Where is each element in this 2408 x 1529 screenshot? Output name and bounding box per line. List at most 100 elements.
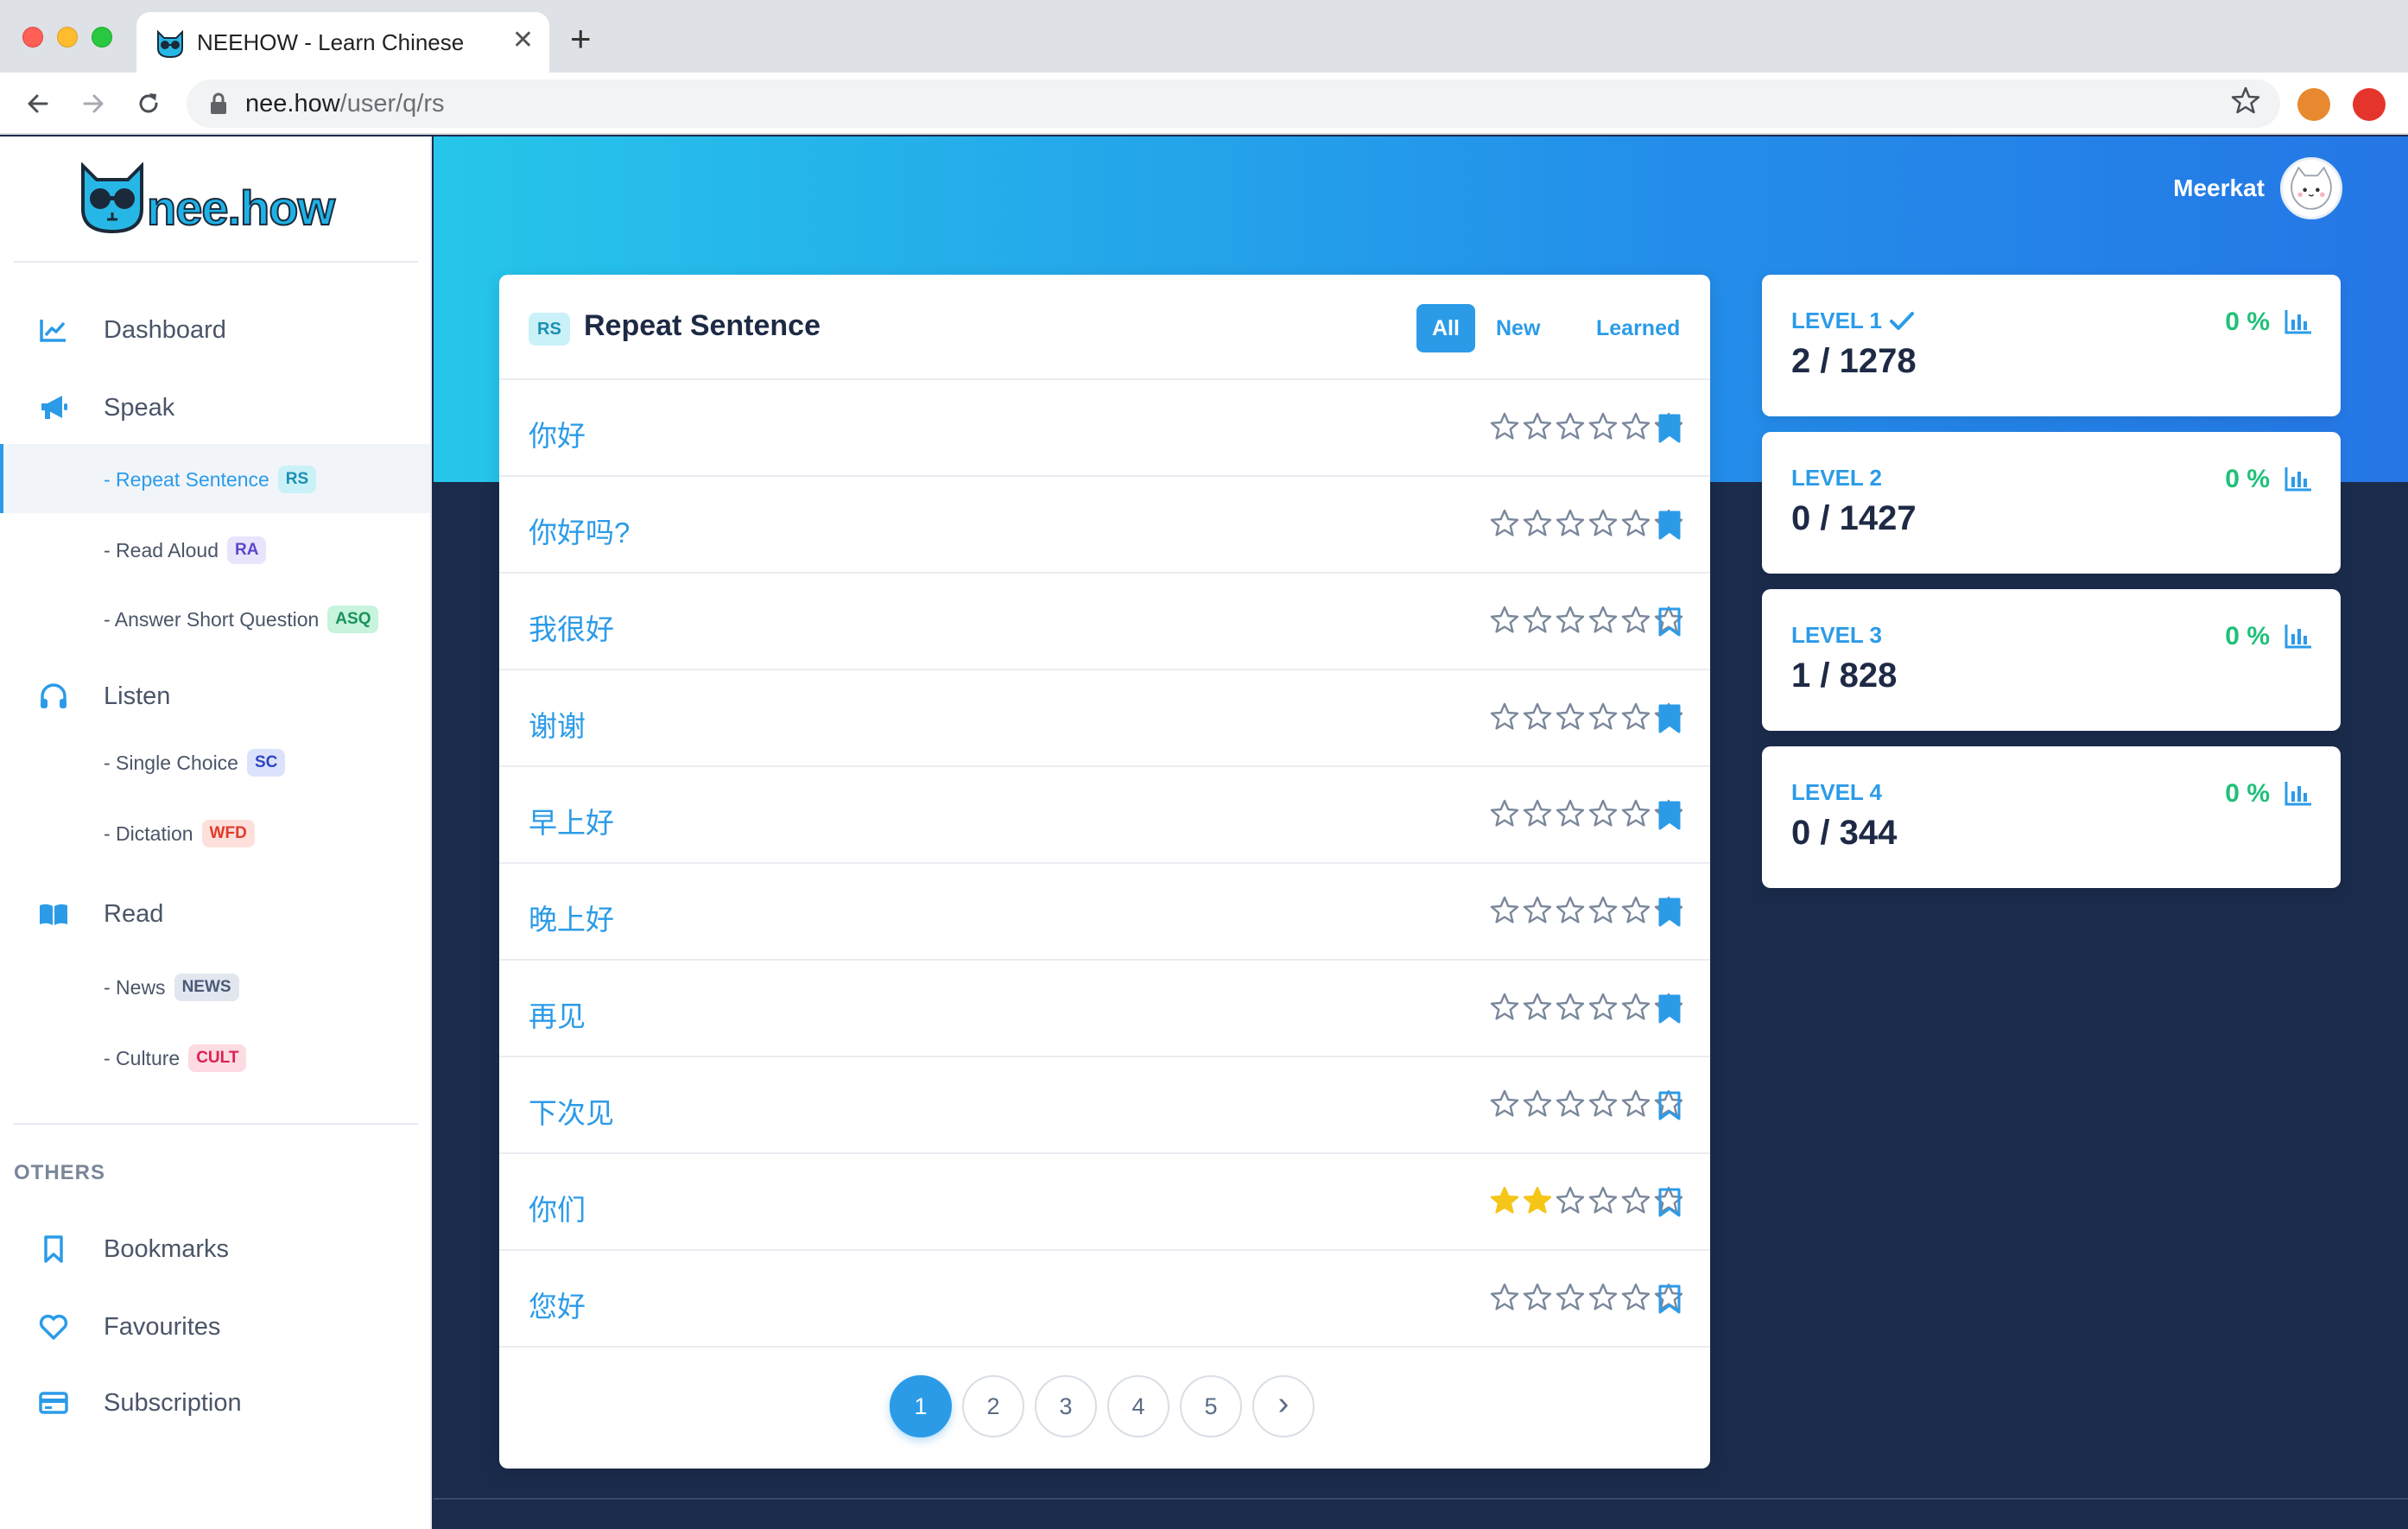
star-outline-icon[interactable] [1555, 1088, 1586, 1120]
star-outline-icon[interactable] [1620, 798, 1651, 829]
star-rating[interactable] [1489, 411, 1684, 442]
star-rating[interactable] [1489, 701, 1684, 733]
sidebar-item-culture[interactable]: - Culture CULT [0, 1023, 430, 1092]
sentence-text[interactable]: 你好吗? [529, 510, 630, 551]
bookmark-filled-icon[interactable] [1657, 993, 1682, 1025]
star-outline-icon[interactable] [1620, 605, 1651, 636]
table-row[interactable]: 早上好 [499, 767, 1710, 864]
extension-icon[interactable] [2297, 88, 2330, 121]
star-rating[interactable] [1489, 1088, 1684, 1120]
level-card[interactable]: LEVEL 3 1 / 828 0 % [1762, 589, 2341, 731]
star-outline-icon[interactable] [1620, 1282, 1651, 1313]
sidebar-item-news[interactable]: - News NEWS [0, 952, 430, 1021]
star-outline-icon[interactable] [1620, 992, 1651, 1023]
page-button-3[interactable]: 3 [1035, 1375, 1097, 1437]
star-outline-icon[interactable] [1555, 508, 1586, 539]
bookmark-filled-icon[interactable] [1657, 897, 1682, 928]
star-outline-icon[interactable] [1587, 411, 1619, 442]
star-outline-icon[interactable] [1587, 701, 1619, 733]
table-row[interactable]: 我很好 [499, 574, 1710, 670]
table-row[interactable]: 再见 [499, 961, 1710, 1057]
sidebar-item-answer-short-question[interactable]: - Answer Short Question ASQ [0, 584, 430, 653]
star-outline-icon[interactable] [1587, 508, 1619, 539]
star-outline-icon[interactable] [1620, 895, 1651, 926]
table-row[interactable]: 你好 [499, 380, 1710, 477]
star-outline-icon[interactable] [1522, 701, 1553, 733]
star-outline-icon[interactable] [1522, 798, 1553, 829]
level-card[interactable]: LEVEL 2 0 / 1427 0 % [1762, 432, 2341, 574]
star-rating[interactable] [1489, 508, 1684, 539]
star-outline-icon[interactable] [1489, 605, 1520, 636]
sentence-text[interactable]: 你好 [529, 413, 586, 454]
star-outline-icon[interactable] [1620, 508, 1651, 539]
star-outline-icon[interactable] [1522, 411, 1553, 442]
close-window-button[interactable] [22, 27, 43, 48]
reload-button[interactable] [130, 85, 168, 123]
star-outline-icon[interactable] [1587, 1282, 1619, 1313]
extension-update-icon[interactable] [2353, 88, 2386, 121]
star-outline-icon[interactable] [1555, 605, 1586, 636]
sidebar-item-repeat-sentence[interactable]: - Repeat Sentence RS [0, 444, 430, 513]
star-outline-icon[interactable] [1620, 701, 1651, 733]
star-outline-icon[interactable] [1489, 992, 1520, 1023]
star-rating[interactable] [1489, 895, 1684, 926]
page-button-5[interactable]: 5 [1180, 1375, 1242, 1437]
star-filled-icon[interactable] [1522, 1185, 1553, 1216]
star-outline-icon[interactable] [1489, 508, 1520, 539]
bookmark-filled-icon[interactable] [1657, 800, 1682, 831]
table-row[interactable]: 下次见 [499, 1057, 1710, 1154]
user-name[interactable]: Meerkat [2173, 174, 2265, 202]
star-outline-icon[interactable] [1522, 1282, 1553, 1313]
bar-chart-icon[interactable] [2284, 308, 2313, 335]
star-outline-icon[interactable] [1522, 605, 1553, 636]
star-outline-icon[interactable] [1555, 992, 1586, 1023]
bookmark-outline-icon[interactable] [1657, 1090, 1682, 1121]
star-outline-icon[interactable] [1555, 411, 1586, 442]
new-tab-button[interactable]: + [570, 21, 592, 57]
bar-chart-icon[interactable] [2284, 465, 2313, 492]
star-outline-icon[interactable] [1587, 798, 1619, 829]
star-outline-icon[interactable] [1489, 798, 1520, 829]
close-tab-icon[interactable]: ✕ [512, 26, 534, 55]
star-outline-icon[interactable] [1587, 895, 1619, 926]
sentence-text[interactable]: 我很好 [529, 606, 614, 648]
bar-chart-icon[interactable] [2284, 779, 2313, 807]
table-row[interactable]: 谢谢 [499, 670, 1710, 767]
bar-chart-icon[interactable] [2284, 622, 2313, 650]
star-rating[interactable] [1489, 1282, 1684, 1313]
filter-learned-button[interactable]: Learned [1581, 304, 1695, 352]
avatar[interactable] [2280, 157, 2342, 219]
sentence-text[interactable]: 您好 [529, 1284, 586, 1325]
bookmark-outline-icon[interactable] [1657, 1284, 1682, 1315]
table-row[interactable]: 你们 [499, 1154, 1710, 1251]
star-outline-icon[interactable] [1555, 1282, 1586, 1313]
star-outline-icon[interactable] [1587, 992, 1619, 1023]
minimize-window-button[interactable] [57, 27, 78, 48]
level-card[interactable]: LEVEL 4 0 / 344 0 % [1762, 746, 2341, 888]
star-outline-icon[interactable] [1555, 701, 1586, 733]
sidebar-item-speak[interactable]: Speak [0, 380, 430, 432]
sentence-text[interactable]: 再见 [529, 993, 586, 1035]
address-bar[interactable]: nee.how/user/q/rs [187, 79, 2280, 128]
sentence-text[interactable]: 早上好 [529, 800, 614, 841]
star-outline-icon[interactable] [1489, 1088, 1520, 1120]
sidebar-item-read-aloud[interactable]: - Read Aloud RA [0, 515, 430, 584]
star-outline-icon[interactable] [1620, 1088, 1651, 1120]
page-button-1[interactable]: 1 [890, 1375, 952, 1437]
star-outline-icon[interactable] [1620, 1185, 1651, 1216]
logo[interactable]: nee.how [78, 162, 354, 240]
star-outline-icon[interactable] [1489, 411, 1520, 442]
sidebar-item-read[interactable]: Read [0, 886, 430, 938]
bookmark-filled-icon[interactable] [1657, 703, 1682, 734]
star-outline-icon[interactable] [1587, 1088, 1619, 1120]
table-row[interactable]: 您好 [499, 1251, 1710, 1348]
sidebar-item-bookmarks[interactable]: Bookmarks [0, 1221, 430, 1273]
sidebar-item-single-choice[interactable]: - Single Choice SC [0, 727, 430, 796]
sentence-text[interactable]: 谢谢 [529, 703, 586, 745]
star-filled-icon[interactable] [1489, 1185, 1520, 1216]
star-outline-icon[interactable] [1587, 1185, 1619, 1216]
star-outline-icon[interactable] [1522, 895, 1553, 926]
table-row[interactable]: 你好吗? [499, 477, 1710, 574]
star-outline-icon[interactable] [1489, 1282, 1520, 1313]
browser-tab[interactable]: NEEHOW - Learn Chinese ✕ [136, 12, 549, 73]
